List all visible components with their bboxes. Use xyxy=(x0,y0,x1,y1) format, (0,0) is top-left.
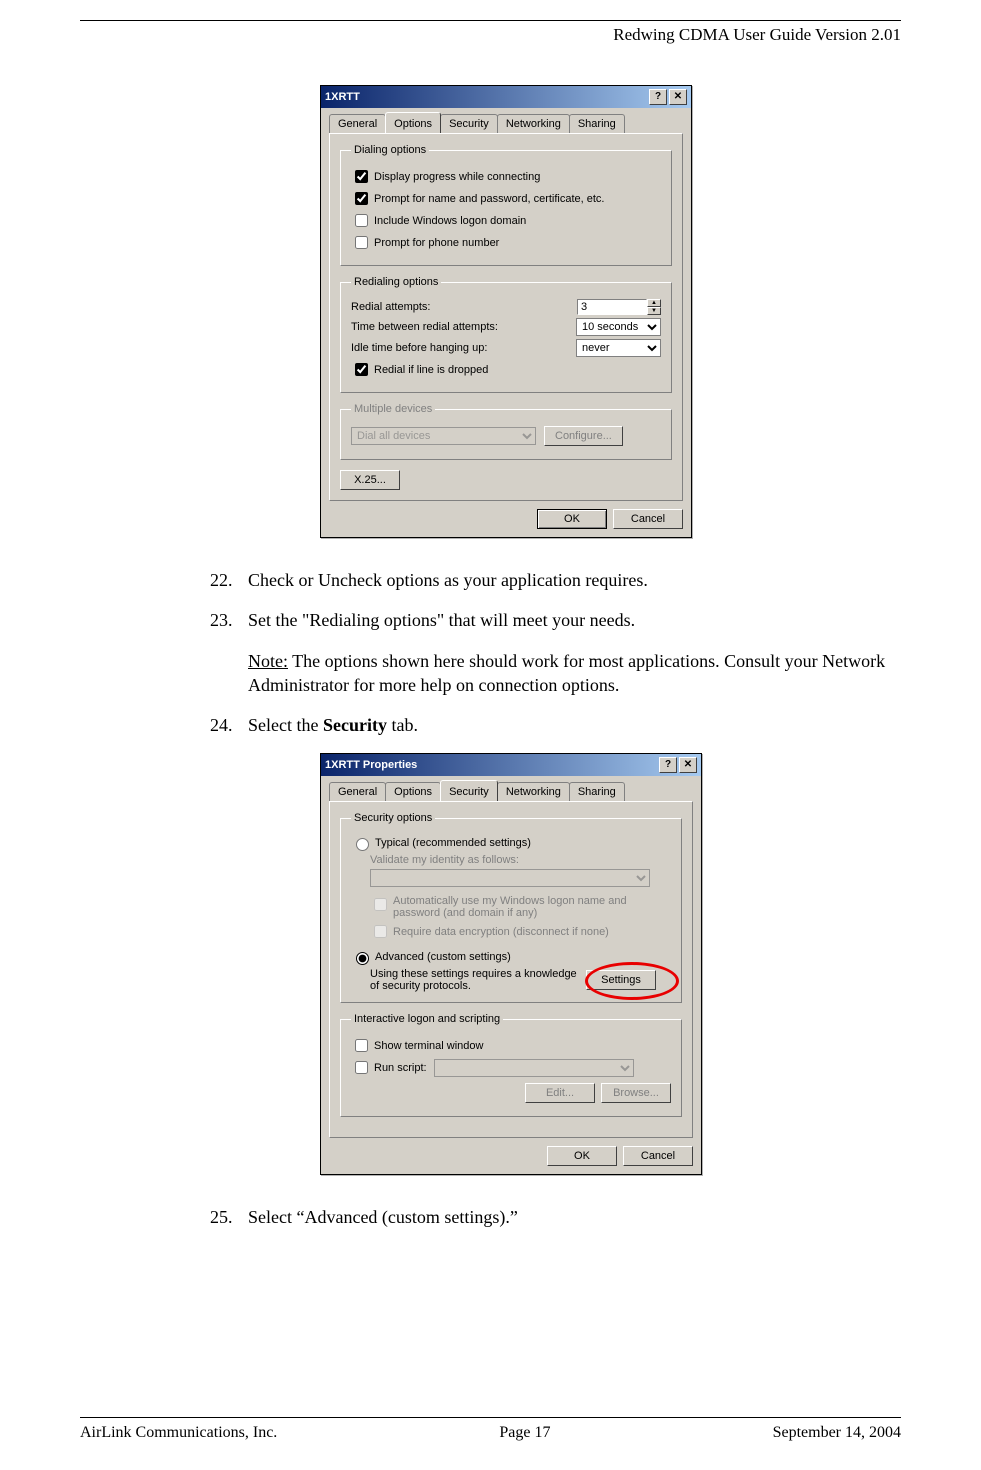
dialog-1xrtt-properties: 1XRTT Properties ? ✕ General Options Sec… xyxy=(320,753,702,1175)
step-number: 25. xyxy=(210,1205,248,1229)
redial-attempts-input[interactable] xyxy=(577,299,647,315)
dialog-1xrtt-options: 1XRTT ? ✕ General Options Security Netwo… xyxy=(320,85,692,538)
footer-left: AirLink Communications, Inc. xyxy=(80,1424,277,1442)
multiple-devices-group: Multiple devices Dial all devices Config… xyxy=(340,403,672,460)
run-script-select xyxy=(434,1059,634,1077)
advanced-radio[interactable] xyxy=(356,952,369,965)
security-options-group: Security options Typical (recommended se… xyxy=(340,812,682,1003)
step-number: 24. xyxy=(210,713,248,737)
note-text: Note: The options shown here should work… xyxy=(248,649,901,698)
titlebar: 1XRTT Properties ? ✕ xyxy=(321,754,701,776)
settings-button[interactable]: Settings xyxy=(586,970,656,990)
tab-security[interactable]: Security xyxy=(440,114,498,133)
step-number: 23. xyxy=(210,608,248,632)
help-icon[interactable]: ? xyxy=(649,89,667,105)
spinner-buttons[interactable]: ▲▼ xyxy=(647,299,661,315)
tab-general[interactable]: General xyxy=(329,782,386,801)
prompt-name-checkbox[interactable] xyxy=(355,192,368,205)
dialing-options-group: Dialing options Display progress while c… xyxy=(340,144,672,266)
cancel-button[interactable]: Cancel xyxy=(623,1146,693,1166)
step-text: Set the "Redialing options" that will me… xyxy=(248,608,901,632)
page-header: Redwing CDMA User Guide Version 2.01 xyxy=(80,25,901,45)
configure-button: Configure... xyxy=(544,426,623,446)
redialing-options-group: Redialing options Redial attempts: ▲▼ Ti… xyxy=(340,276,672,393)
cancel-button[interactable]: Cancel xyxy=(613,509,683,529)
tab-sharing[interactable]: Sharing xyxy=(569,782,625,801)
footer-right: September 14, 2004 xyxy=(773,1424,901,1442)
close-icon[interactable]: ✕ xyxy=(679,757,697,773)
display-progress-checkbox[interactable] xyxy=(355,170,368,183)
prompt-phone-checkbox[interactable] xyxy=(355,236,368,249)
titlebar: 1XRTT ? ✕ xyxy=(321,86,691,108)
tab-general[interactable]: General xyxy=(329,114,386,133)
footer-center: Page 17 xyxy=(499,1424,550,1442)
idle-time-select[interactable]: never xyxy=(576,339,661,357)
tab-options[interactable]: Options xyxy=(385,112,441,133)
show-terminal-checkbox[interactable] xyxy=(355,1039,368,1052)
step-text: Select the Security tab. xyxy=(248,713,901,737)
tab-sharing[interactable]: Sharing xyxy=(569,114,625,133)
time-between-select[interactable]: 10 seconds xyxy=(576,318,661,336)
close-icon[interactable]: ✕ xyxy=(669,89,687,105)
include-domain-checkbox[interactable] xyxy=(355,214,368,227)
tab-networking[interactable]: Networking xyxy=(497,782,570,801)
help-icon[interactable]: ? xyxy=(659,757,677,773)
ok-button[interactable]: OK xyxy=(547,1146,617,1166)
validate-select xyxy=(370,869,650,887)
interactive-logon-group: Interactive logon and scripting Show ter… xyxy=(340,1013,682,1117)
typical-radio[interactable] xyxy=(356,838,369,851)
redial-dropped-checkbox[interactable] xyxy=(355,363,368,376)
tab-security[interactable]: Security xyxy=(440,780,498,801)
step-text: Check or Uncheck options as your applica… xyxy=(248,568,901,592)
edit-button: Edit... xyxy=(525,1083,595,1103)
tab-options[interactable]: Options xyxy=(385,782,441,801)
auto-logon-checkbox xyxy=(374,898,387,911)
ok-button[interactable]: OK xyxy=(537,509,607,529)
require-encrypt-checkbox xyxy=(374,925,387,938)
step-number: 22. xyxy=(210,568,248,592)
x25-button[interactable]: X.25... xyxy=(340,470,400,490)
tab-networking[interactable]: Networking xyxy=(497,114,570,133)
dial-devices-select: Dial all devices xyxy=(351,427,536,445)
page-footer: AirLink Communications, Inc. Page 17 Sep… xyxy=(80,1417,901,1442)
step-text: Select “Advanced (custom settings).” xyxy=(248,1205,901,1229)
run-script-checkbox[interactable] xyxy=(355,1061,368,1074)
browse-button: Browse... xyxy=(601,1083,671,1103)
